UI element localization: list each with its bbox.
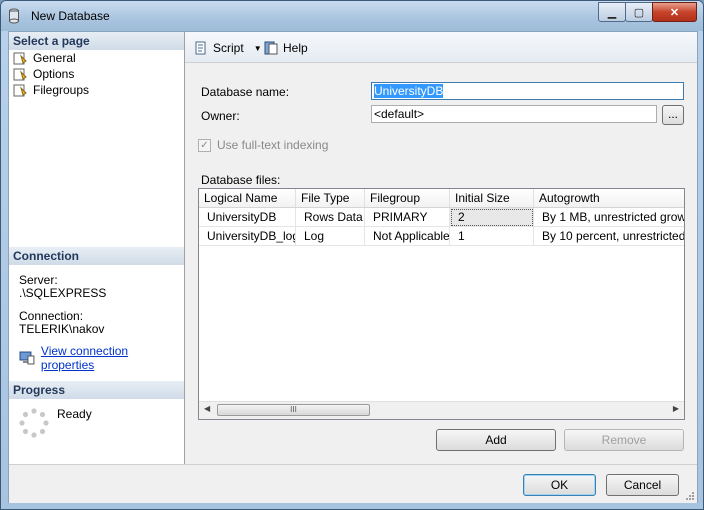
connection-properties-icon [19,351,35,365]
column-header[interactable]: Autogrowth [534,189,684,207]
grid-cell[interactable]: By 1 MB, unrestricted growth [534,208,684,227]
owner-browse-button[interactable]: ... [662,105,684,125]
left-panel: Select a page General Options Filegroups… [9,32,185,464]
checkbox-check-icon: ✓ [198,138,211,152]
minimize-button[interactable]: ▁ [598,2,626,22]
grid-cell[interactable]: 1 [450,227,534,246]
owner-label: Owner: [201,109,240,123]
script-button[interactable]: Script ▼ [193,40,262,56]
column-header[interactable]: Logical Name [199,189,296,207]
page-item-general[interactable]: General [13,50,76,66]
page-icon [13,52,27,64]
column-header[interactable]: Initial Size (MB) [450,189,534,223]
script-icon [195,41,206,55]
grid-cell[interactable]: Not Applicable [365,227,450,246]
progress-spinner-icon [19,408,49,438]
connection-value: TELERIK\nakov [19,322,105,336]
grid-cell[interactable]: 2 [450,208,534,227]
scroll-thumb[interactable]: III [217,404,370,416]
close-button[interactable]: ✕ [652,2,697,22]
server-value: .\SQLEXPRESS [19,286,107,300]
select-page-header: Select a page [9,32,184,50]
new-database-window: New Database ▁ ▢ ✕ Select a page General… [0,0,704,510]
page-icon [13,84,27,96]
view-connection-properties[interactable]: View connection properties [19,344,184,372]
ok-button[interactable]: OK [523,474,596,496]
scroll-left-icon[interactable]: ◀ [204,404,210,413]
database-name-value: UniversityDB [374,84,444,98]
title-bar[interactable]: New Database ▁ ▢ ✕ [1,1,703,31]
maximize-button[interactable]: ▢ [625,2,653,22]
database-icon [9,8,19,24]
progress-header: Progress [9,381,184,399]
page-item-label: Options [33,67,75,81]
fulltext-label: Use full-text indexing [217,138,329,152]
progress-status: Ready [57,407,92,421]
database-name-label: Database name: [201,85,290,99]
page-item-label: Filegroups [33,83,90,97]
grid-cell[interactable]: UniversityDB [199,208,296,227]
column-header[interactable]: File Type [296,189,365,207]
resize-grip-icon[interactable] [685,491,695,501]
scroll-right-icon[interactable]: ▶ [673,404,679,413]
dialog-button-bar: OK Cancel [9,464,697,503]
help-label: Help [283,41,308,55]
dialog-client-area: Select a page General Options Filegroups… [8,31,698,503]
help-button[interactable]: Help [263,40,308,56]
page-item-filegroups[interactable]: Filegroups [13,82,89,98]
view-connection-link[interactable]: View connection properties [41,344,184,372]
right-panel: Script ▼ Help Database name: UniversityD… [185,32,697,464]
cancel-button[interactable]: Cancel [606,474,679,496]
horizontal-scrollbar[interactable]: ◀ III ▶ [199,401,684,419]
help-icon [264,41,278,55]
database-name-input[interactable]: UniversityDB [371,82,684,100]
page-icon [13,68,27,80]
database-files-label: Database files: [201,173,281,187]
caption-buttons: ▁ ▢ ✕ [598,2,697,22]
chevron-down-icon[interactable]: ▼ [254,44,262,53]
page-item-label: General [33,51,76,65]
grid-cell[interactable]: Rows Data [296,208,365,227]
toolbar: Script ▼ Help [185,32,697,63]
grid-header: Logical Name File Type Filegroup Initial… [199,189,684,223]
owner-input[interactable]: <default> [371,105,657,123]
page-item-options[interactable]: Options [13,66,74,82]
window-title: New Database [31,9,110,23]
grid-cell[interactable]: UniversityDB_log [199,227,296,246]
database-files-grid[interactable]: Logical Name File Type Filegroup Initial… [198,188,685,420]
grid-cell[interactable]: PRIMARY [365,208,450,227]
grid-cell[interactable]: Log [296,227,365,246]
column-header[interactable]: Filegroup [365,189,450,207]
add-button[interactable]: Add [436,429,556,451]
script-label: Script [213,41,244,55]
fulltext-checkbox[interactable]: ✓ Use full-text indexing [198,138,328,152]
remove-button[interactable]: Remove [564,429,684,451]
connection-header: Connection [9,247,184,265]
grid-cell[interactable]: By 10 percent, unrestricted growth [534,227,684,246]
